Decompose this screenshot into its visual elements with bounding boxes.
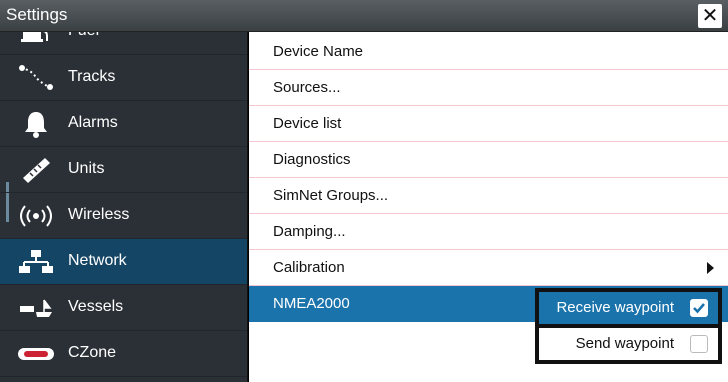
sidebar-item-units[interactable]: Units: [0, 147, 247, 193]
sidebar-item-label: Wireless: [68, 206, 130, 223]
row-label: Device list: [273, 115, 342, 132]
fuel-icon: [16, 32, 56, 47]
bell-icon: [16, 109, 56, 139]
row-label: Damping...: [273, 223, 346, 240]
row-label: Diagnostics: [273, 151, 351, 168]
sidebar-item-label: Tracks: [68, 68, 116, 85]
vessels-icon: [16, 293, 56, 323]
sidebar-item-fuel[interactable]: Fuel: [0, 32, 247, 55]
sidebar-item-tracks[interactable]: Tracks: [0, 55, 247, 101]
nmea2000-submenu: Receive waypoint Send waypoint: [535, 288, 722, 364]
sidebar-item-label: CZone: [68, 344, 117, 361]
settings-sidebar[interactable]: Fuel Tracks Alarms Units Wireless Networ…: [0, 32, 248, 382]
row-label: Device Name: [273, 43, 364, 60]
window-title: Settings: [6, 5, 68, 24]
tracks-icon: [16, 63, 56, 93]
row-label: SimNet Groups...: [273, 187, 389, 204]
send-waypoint-option[interactable]: Send waypoint: [539, 328, 718, 360]
sidebar-item-label: Units: [68, 160, 105, 177]
row-label: Sources...: [273, 79, 341, 96]
sidebar-item-label: Fuel: [68, 32, 99, 40]
row-damping[interactable]: Damping...: [249, 214, 728, 250]
row-diagnostics[interactable]: Diagnostics: [249, 142, 728, 178]
option-label: Send waypoint: [575, 335, 674, 352]
close-button[interactable]: ✕: [698, 4, 722, 28]
sidebar-item-label: Network: [68, 252, 127, 269]
row-calibration[interactable]: Calibration: [249, 250, 728, 286]
sidebar-item-czone[interactable]: CZone: [0, 331, 247, 377]
title-bar: Settings ✕: [0, 0, 728, 32]
row-device-name[interactable]: Device Name: [249, 34, 728, 70]
sidebar-item-vessels[interactable]: Vessels: [0, 285, 247, 331]
sidebar-item-label: Alarms: [68, 114, 118, 131]
receive-waypoint-checkbox[interactable]: [690, 299, 708, 317]
network-icon: [16, 247, 56, 277]
row-device-list[interactable]: Device list: [249, 106, 728, 142]
option-label: Receive waypoint: [556, 299, 674, 316]
czone-icon: [16, 339, 56, 369]
ruler-icon: [16, 155, 56, 185]
sidebar-item-network[interactable]: Network: [0, 239, 247, 285]
row-simnet-groups[interactable]: SimNet Groups...: [249, 178, 728, 214]
wireless-icon: [16, 201, 56, 231]
row-sources[interactable]: Sources...: [249, 70, 728, 106]
receive-waypoint-option[interactable]: Receive waypoint: [539, 292, 718, 324]
sidebar-item-label: Vessels: [68, 298, 124, 315]
sidebar-item-alarms[interactable]: Alarms: [0, 101, 247, 147]
checkmark-icon: [693, 303, 705, 314]
send-waypoint-checkbox[interactable]: [690, 335, 708, 353]
chevron-right-icon: [707, 262, 714, 274]
sidebar-item-wireless[interactable]: Wireless: [0, 193, 247, 239]
row-label: NMEA2000: [273, 295, 350, 312]
close-icon: ✕: [701, 5, 719, 27]
row-label: Calibration: [273, 259, 345, 276]
